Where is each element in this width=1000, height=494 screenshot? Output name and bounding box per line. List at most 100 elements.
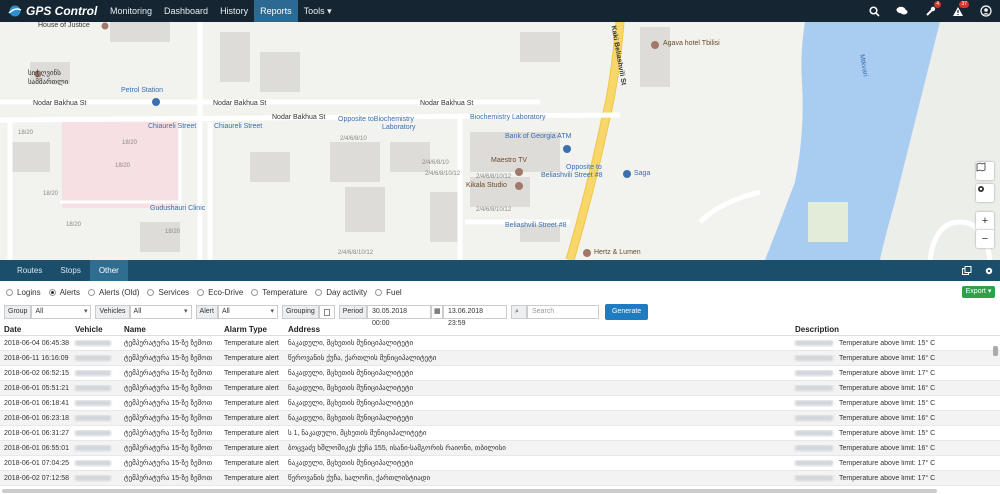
redacted-value [795,369,833,376]
cell-alarm-type: Temperature alert [224,474,279,482]
chat-icon[interactable] [888,0,916,22]
table-row[interactable]: 2018-06-11 16:16:09 ტემპერატურა 15-ზე ზემ… [0,351,1000,366]
cell-address: ნაკადული, მცხეთის მუნიციპალიტეტი [288,415,414,422]
map-view[interactable]: House of Justice სიჭ ღვინს სამმართლი Pet… [0,22,1000,260]
map-number-11: 2/4/6/8/10/12 [425,171,461,177]
tab-stops[interactable]: Stops [51,260,89,281]
export-button[interactable]: Export ▾ [962,286,995,298]
cell-alarm-type: Temperature alert [224,399,279,407]
radio-alerts[interactable]: Alerts [48,288,80,297]
alert-select[interactable]: All [217,305,278,319]
wrench-icon[interactable]: 4 [916,0,944,22]
cell-alarm-type: Temperature alert [224,414,279,422]
col-vehicle[interactable]: Vehicle [71,325,120,334]
period-from-input[interactable]: 30.05.2018 00:00 [366,305,431,327]
map-settings-button[interactable] [976,184,994,202]
globe-icon [8,5,22,17]
radio-eco-drive[interactable]: Eco-Drive [197,288,243,297]
col-address[interactable]: Address [284,325,791,334]
map-label-nodar-2: Nodar Bakhua St [213,100,267,107]
zoom-out-button[interactable]: − [976,230,994,248]
window-restore-icon[interactable] [956,260,978,281]
nav-tools[interactable]: Tools ▾ [298,0,338,22]
grouping-checkbox[interactable] [318,305,335,319]
table-row[interactable]: 2018-06-01 06:31:27 ტემპერატურა 15-ზე ზემ… [0,426,1000,441]
redacted-value [795,444,833,451]
vertical-scrollbar[interactable] [993,346,998,356]
panel-settings-icon[interactable] [978,260,1000,281]
nav-history[interactable]: History [214,0,254,22]
calendar-icon[interactable]: ▦ [430,305,443,319]
map-number-3: 18/20 [115,163,131,169]
table-row[interactable]: 2018-06-02 06:52:15 ტემპერატურა 15-ზე ზემ… [0,366,1000,381]
map-number-10: 2/4/6/8/10/12 [476,207,512,213]
radio-circle [375,289,383,296]
radio-circle [147,289,155,296]
redacted-vehicle [75,459,111,466]
table-row[interactable]: 2018-06-04 06:45:38 ტემპერატურა 15-ზე ზემ… [0,336,1000,351]
table-row[interactable]: 2018-06-01 06:55:01 ტემპერატურა 15-ზე ზემ… [0,441,1000,456]
col-date[interactable]: Date [0,325,71,334]
cell-description: Temperature above limit: 16° C [791,445,991,452]
col-description[interactable]: Description [791,325,991,334]
tab-routes[interactable]: Routes [8,260,51,281]
radio-logins[interactable]: Logins [6,288,41,297]
report-type-radios: Logins Alerts Alerts (Old) Services Eco-… [0,285,1000,300]
radio-label: Alerts (Old) [99,288,140,297]
panel-icons [956,260,1000,281]
table-row[interactable]: 2018-06-01 07:04:25 ტემპერატურა 15-ზე ზემ… [0,456,1000,471]
map-layers-button[interactable] [976,162,994,180]
cell-address: ნაკადული, მცხეთის მუნიციპალიტეტი [288,370,414,377]
radio-services[interactable]: Services [147,288,189,297]
map-number-12: 2/4/6/8/10/12 [338,250,374,256]
map-label-chiaureli-1: Chiaureli Street [148,123,197,130]
radio-fuel[interactable]: Fuel [375,288,402,297]
search-icon-small: ⌕ [510,305,527,319]
cell-name: ტემპერატურა 15-ზე ზემოთ [124,445,213,452]
table-row[interactable]: 2018-06-02 07:12:58 ტემპერატურა 15-ზე ზემ… [0,471,1000,486]
top-bar: GPS Control Monitoring Dashboard History… [0,0,1000,22]
nav-monitoring[interactable]: Monitoring [104,0,158,22]
user-icon[interactable] [972,0,1000,22]
cell-name: ტემპერატურა 15-ზე ზემოთ [124,355,213,362]
search-input[interactable]: Search [526,305,599,319]
cell-name: ტემპერატურა 15-ზე ზემოთ [124,400,213,407]
gear-icon [978,186,984,192]
group-select[interactable]: All [31,305,92,319]
col-alarm-type[interactable]: Alarm Type [220,325,284,334]
radio-day-activity[interactable]: Day activity [315,288,367,297]
vehicles-select[interactable]: All [129,305,192,319]
nav-reports[interactable]: Reports [254,0,298,22]
table-row[interactable]: 2018-06-01 06:23:18 ტემპერატურა 15-ზე ზემ… [0,411,1000,426]
cell-alarm-type: Temperature alert [224,384,279,392]
cell-address: ნაკადული, მცხეთის მუნიციპალიტეტი [288,400,414,407]
radio-circle-selected [48,289,56,296]
zoom-in-button[interactable]: + [976,212,994,230]
map-layers-icon [976,162,986,172]
map-label-saga: Saga [634,170,651,177]
cell-description: Temperature above limit: 17° C [791,370,991,377]
period-to-input[interactable]: 13.06.2018 23:59 [442,305,507,327]
map-label-maestro: Maestro TV [491,157,528,164]
redacted-value [795,429,833,436]
col-name[interactable]: Name [120,325,220,334]
map-label-nodar-1: Nodar Bakhua St [33,100,87,107]
redacted-value [795,474,833,481]
alert-icon[interactable]: 37 [944,0,972,22]
generate-button[interactable]: Generate [604,304,649,320]
redacted-vehicle [75,399,111,406]
map-number-2: 18/20 [122,140,138,146]
radio-temperature[interactable]: Temperature [251,288,307,297]
alert-label: Alert [195,305,218,319]
report-tabs-bar: Routes Stops Other [0,260,1000,281]
table-row[interactable]: 2018-06-01 06:18:41 ტემპერატურა 15-ზე ზემ… [0,396,1000,411]
table-row[interactable]: 2018-06-01 05:51:21 ტემპერატურა 15-ზე ზემ… [0,381,1000,396]
nav-dashboard[interactable]: Dashboard [158,0,214,22]
radio-alerts-old[interactable]: Alerts (Old) [88,288,139,297]
app-logo[interactable]: GPS Control [0,0,104,22]
horizontal-scrollbar[interactable] [2,489,937,493]
cell-description: Temperature above limit: 16° C [791,415,991,422]
cell-address: წეროვანის ქუჩა, ქართლის მუნიციპალიტეტი [288,355,437,362]
search-icon[interactable] [860,0,888,22]
tab-other[interactable]: Other [89,260,128,281]
